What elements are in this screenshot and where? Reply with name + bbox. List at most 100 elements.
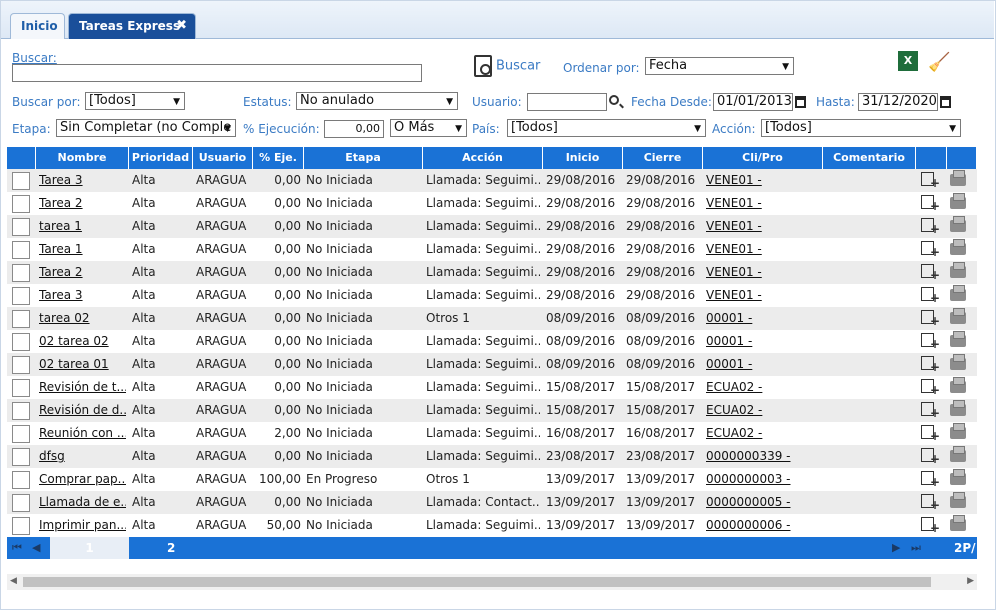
ordenar-select[interactable]: Fecha (645, 57, 794, 75)
table-row[interactable]: Tarea 2 Alta ARAGUA 0,00 No Iniciada Llamada:… (7, 261, 977, 284)
row-checkbox[interactable] (12, 287, 30, 305)
client-link[interactable]: VENE01 - (706, 238, 820, 261)
accion-select[interactable]: [Todos] (761, 119, 961, 137)
add-note-icon[interactable] (921, 218, 940, 236)
add-note-icon[interactable] (921, 264, 940, 282)
table-row[interactable]: Tarea 3 Alta ARAGUA 0,00 No Iniciada Llamada:… (7, 284, 977, 307)
table-row[interactable]: Reunión con ... Alta ARAGUA 2,00 No Iniciada… (7, 422, 977, 445)
task-name-link[interactable]: Comprar pap... (39, 468, 126, 491)
row-checkbox[interactable] (12, 264, 30, 282)
print-icon[interactable] (950, 377, 966, 393)
broom-icon[interactable]: 🧹 (928, 52, 950, 73)
task-name-link[interactable]: Imprimir pan... (39, 514, 126, 537)
tab-tareas-express[interactable]: Tareas Express ✖ (68, 13, 196, 39)
client-link[interactable]: VENE01 - (706, 169, 820, 192)
table-row[interactable]: Tarea 2 Alta ARAGUA 0,00 No Iniciada Llamada:… (7, 192, 977, 215)
client-link[interactable]: 00001 - (706, 307, 820, 330)
tab-inicio[interactable]: Inicio (10, 13, 65, 39)
task-name-link[interactable]: Reunión con ... (39, 422, 126, 445)
print-icon[interactable] (950, 170, 966, 186)
task-name-link[interactable]: Tarea 3 (39, 169, 126, 192)
horizontal-scrollbar[interactable]: ◀ ▶ (7, 574, 977, 590)
row-checkbox[interactable] (12, 195, 30, 213)
fecha-desde-input[interactable]: 01/01/2013 (713, 93, 793, 111)
print-icon[interactable] (950, 193, 966, 209)
task-name-link[interactable]: tarea 1 (39, 215, 126, 238)
column-header[interactable]: Comentario (823, 147, 916, 169)
client-link[interactable]: ECUA02 - (706, 422, 820, 445)
table-row[interactable]: 02 tarea 02 Alta ARAGUA 0,00 No Iniciada Llam… (7, 330, 977, 353)
hasta-input[interactable]: 31/12/2020 (858, 93, 938, 111)
first-page-icon[interactable]: ⏮ (12, 541, 22, 555)
row-checkbox[interactable] (12, 310, 30, 328)
row-checkbox[interactable] (12, 172, 30, 190)
print-icon[interactable] (950, 446, 966, 462)
add-note-icon[interactable] (921, 172, 940, 190)
table-row[interactable]: Tarea 3 Alta ARAGUA 0,00 No Iniciada Llamada:… (7, 169, 977, 192)
add-note-icon[interactable] (921, 448, 940, 466)
add-note-icon[interactable] (921, 287, 940, 305)
row-checkbox[interactable] (12, 241, 30, 259)
page-1-button[interactable]: 1 (50, 537, 129, 559)
client-link[interactable]: VENE01 - (706, 261, 820, 284)
client-link[interactable]: 0000000339 - (706, 445, 820, 468)
add-note-icon[interactable] (921, 356, 940, 374)
client-link[interactable]: 0000000003 - (706, 468, 820, 491)
print-icon[interactable] (950, 239, 966, 255)
print-icon[interactable] (950, 400, 966, 416)
task-name-link[interactable]: 02 tarea 01 (39, 353, 126, 376)
search-input[interactable] (12, 64, 422, 82)
table-row[interactable]: tarea 1 Alta ARAGUA 0,00 No Iniciada Llamada:… (7, 215, 977, 238)
add-note-icon[interactable] (921, 494, 940, 512)
client-link[interactable]: 00001 - (706, 330, 820, 353)
ejecucion-op-select[interactable]: O Más (390, 119, 467, 137)
add-note-icon[interactable] (921, 402, 940, 420)
task-name-link[interactable]: Tarea 2 (39, 261, 126, 284)
client-link[interactable]: VENE01 - (706, 192, 820, 215)
print-icon[interactable] (950, 423, 966, 439)
calendar-icon[interactable] (795, 96, 806, 108)
column-header[interactable]: Acción (423, 147, 543, 169)
table-row[interactable]: Imprimir pan... Alta ARAGUA 50,00 No Iniciad… (7, 514, 977, 537)
print-icon[interactable] (950, 331, 966, 347)
add-note-icon[interactable] (921, 310, 940, 328)
next-page-icon[interactable]: ▶ (892, 541, 900, 554)
task-name-link[interactable]: tarea 02 (39, 307, 126, 330)
table-row[interactable]: Comprar pap... Alta ARAGUA 100,00 En Progres… (7, 468, 977, 491)
task-name-link[interactable]: 02 tarea 02 (39, 330, 126, 353)
add-note-icon[interactable] (921, 379, 940, 397)
calendar-icon[interactable] (940, 96, 951, 108)
column-header[interactable]: Cli/Pro (703, 147, 823, 169)
close-icon[interactable]: ✖ (176, 14, 187, 38)
task-name-link[interactable]: Revisión de t... (39, 376, 126, 399)
task-name-link[interactable]: dfsg (39, 445, 126, 468)
row-checkbox[interactable] (12, 218, 30, 236)
task-name-link[interactable]: Tarea 1 (39, 238, 126, 261)
print-icon[interactable] (950, 492, 966, 508)
table-row[interactable]: dfsg Alta ARAGUA 0,00 No Iniciada Llamada: Se… (7, 445, 977, 468)
table-row[interactable]: 02 tarea 01 Alta ARAGUA 0,00 No Iniciada Llam… (7, 353, 977, 376)
last-page-icon[interactable]: ⏭ (911, 541, 921, 555)
client-link[interactable]: 0000000006 - (706, 514, 820, 537)
search-user-icon[interactable] (609, 95, 619, 105)
row-checkbox[interactable] (12, 379, 30, 397)
row-checkbox[interactable] (12, 448, 30, 466)
page-2-button[interactable]: 2 (167, 537, 175, 559)
print-icon[interactable] (950, 262, 966, 278)
column-header[interactable]: Nombre (36, 147, 129, 169)
print-icon[interactable] (950, 354, 966, 370)
scroll-thumb[interactable] (23, 577, 931, 587)
excel-icon[interactable]: X (898, 51, 918, 71)
column-header[interactable]: Prioridad (129, 147, 193, 169)
prev-page-icon[interactable]: ◀ (32, 541, 40, 554)
add-note-icon[interactable] (921, 195, 940, 213)
etapa-select[interactable]: Sin Completar (no Comple (56, 119, 236, 137)
row-checkbox[interactable] (12, 425, 30, 443)
add-note-icon[interactable] (921, 333, 940, 351)
table-row[interactable]: Revisión de t... Alta ARAGUA 0,00 No Iniciad… (7, 376, 977, 399)
client-link[interactable]: VENE01 - (706, 284, 820, 307)
table-row[interactable]: tarea 02 Alta ARAGUA 0,00 No Iniciada Otros 1… (7, 307, 977, 330)
table-row[interactable]: Tarea 1 Alta ARAGUA 0,00 No Iniciada Llamada:… (7, 238, 977, 261)
add-note-icon[interactable] (921, 471, 940, 489)
client-link[interactable]: VENE01 - (706, 215, 820, 238)
